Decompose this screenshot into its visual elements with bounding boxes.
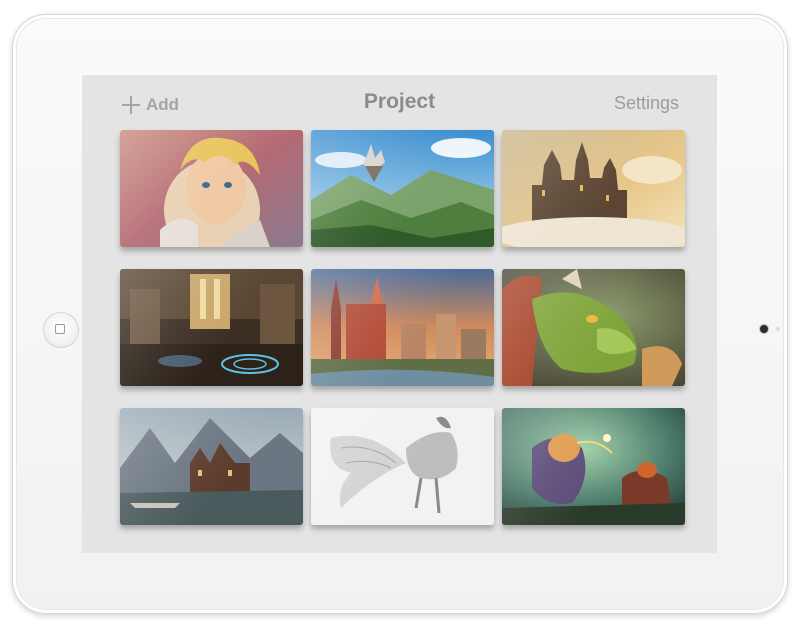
project-tile-3[interactable] <box>502 130 685 247</box>
artwork-forest-creatures-image <box>502 408 685 525</box>
project-tile-5[interactable] <box>311 269 494 386</box>
home-button[interactable] <box>43 312 79 348</box>
project-tile-6[interactable] <box>502 269 685 386</box>
project-tile-9[interactable] <box>502 408 685 525</box>
ambient-sensor <box>776 327 780 331</box>
project-tile-1[interactable] <box>120 130 303 247</box>
project-tile-7[interactable] <box>120 408 303 525</box>
project-tile-4[interactable] <box>120 269 303 386</box>
front-camera <box>760 325 768 333</box>
project-tile-2[interactable] <box>311 130 494 247</box>
artwork-harbor-town-image <box>120 408 303 525</box>
artwork-library-hall-image <box>120 269 303 386</box>
artwork-pegasus-sketch-image <box>311 408 494 525</box>
artwork-floating-castle-image <box>311 130 494 247</box>
artwork-golden-castle-image <box>502 130 685 247</box>
artwork-green-dragon-image <box>502 269 685 386</box>
project-tile-8[interactable] <box>311 408 494 525</box>
artwork-sunset-city-image <box>311 269 494 386</box>
app-screen: Add Project Settings <box>82 75 717 553</box>
project-grid <box>120 130 686 525</box>
artwork-boy-portrait-image <box>120 130 303 247</box>
top-bar: Add Project Settings <box>82 75 717 127</box>
settings-button[interactable]: Settings <box>614 93 679 114</box>
